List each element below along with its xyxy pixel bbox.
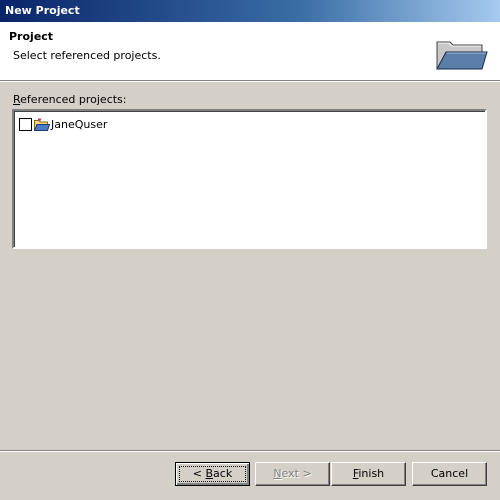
new-project-dialog: New Project Project Select referenced pr… (0, 0, 500, 500)
back-button-label: ack (213, 467, 233, 480)
window-title: New Project (5, 4, 80, 17)
referenced-projects-label: Referenced projects: (13, 93, 127, 106)
referenced-projects-list[interactable]: JaneQuser (12, 109, 487, 249)
open-folder-icon (436, 41, 488, 70)
header-separator (0, 80, 500, 82)
wizard-header: Project Select referenced projects. (0, 22, 500, 80)
finish-button-label: inish (358, 467, 385, 480)
footer-separator (0, 450, 500, 452)
next-button[interactable]: Next > (255, 462, 330, 486)
back-button-prefix: < (192, 467, 206, 480)
project-checkbox[interactable] (19, 118, 32, 131)
page-description: Select referenced projects. (13, 49, 161, 62)
list-item[interactable]: JaneQuser (19, 117, 107, 132)
project-folder-icon (34, 118, 50, 131)
project-label: JaneQuser (51, 118, 108, 131)
finish-button[interactable]: Finish (331, 462, 406, 486)
back-button-mnemonic: B (205, 467, 214, 480)
back-button[interactable]: < Back (175, 462, 250, 486)
cancel-button[interactable]: Cancel (412, 462, 487, 486)
referenced-projects-label-text: eferenced projects: (20, 93, 127, 106)
title-bar[interactable]: New Project (0, 0, 500, 22)
next-button-label: ext > (281, 467, 312, 480)
next-button-mnemonic: N (273, 467, 282, 480)
page-title: Project (9, 30, 54, 43)
